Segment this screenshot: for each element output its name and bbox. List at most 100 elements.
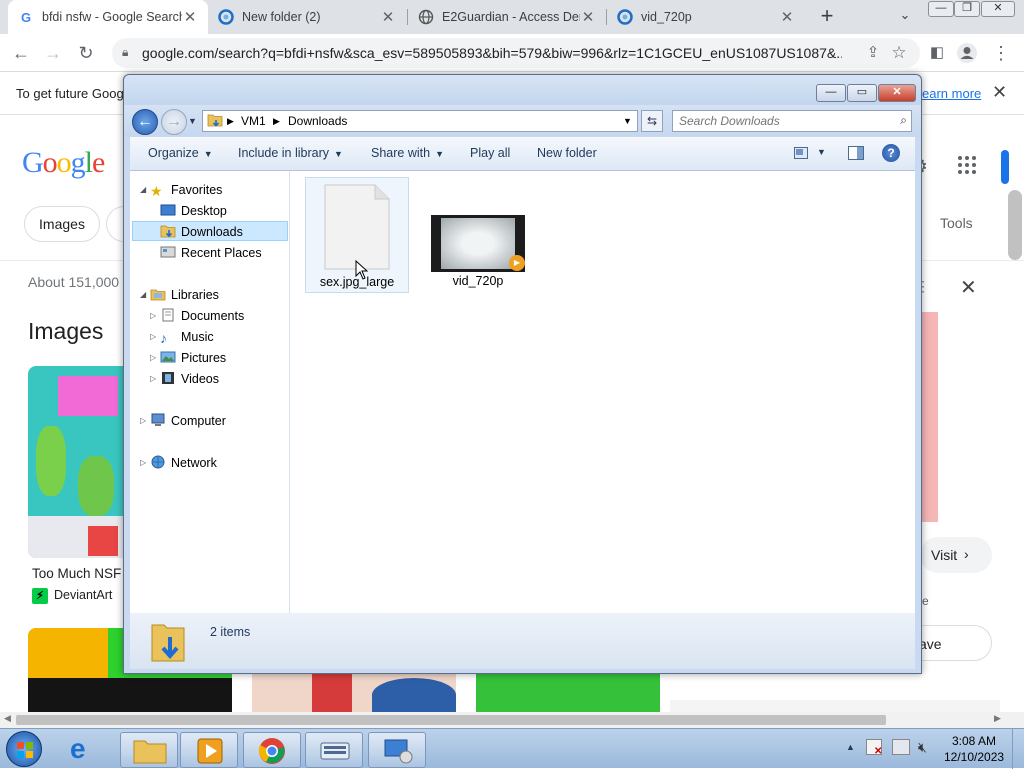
expand-arrow-icon[interactable]: ◢ — [140, 285, 146, 305]
side-panel-icon[interactable]: ◧ — [926, 42, 948, 64]
close-icon[interactable]: ✕ — [380, 8, 396, 26]
search-input[interactable] — [673, 111, 887, 131]
organize-menu[interactable]: Organize ▼ — [148, 146, 213, 160]
address-breadcrumb[interactable]: ▶ VM1 ▶ Downloads ▼ — [202, 110, 638, 132]
url-text[interactable]: google.com/search?q=bfdi+nsfw&sca_esv=58… — [142, 45, 842, 61]
clock-time[interactable]: 3:08 AM — [952, 734, 996, 748]
collapse-arrow-icon[interactable]: ▷ — [150, 369, 156, 389]
close-icon[interactable]: ✕ — [960, 275, 977, 300]
close-icon[interactable]: ✕ — [992, 82, 1007, 103]
close-window-button[interactable]: ✕ — [981, 1, 1015, 17]
show-hidden-icons-icon[interactable]: ▲ — [846, 742, 855, 752]
nav-libraries[interactable]: Libraries — [150, 285, 219, 305]
back-arrow-icon[interactable]: ← — [10, 42, 32, 64]
explorer-title-bar[interactable]: — ▭ ✕ — [124, 75, 921, 105]
vertical-scrollbar-thumb[interactable] — [1008, 190, 1022, 260]
breadcrumb-separator-icon[interactable]: ▶ — [227, 116, 234, 127]
image-thumbnail[interactable] — [670, 700, 1000, 712]
image-thumbnail[interactable] — [476, 674, 660, 712]
expand-arrow-icon[interactable]: ◢ — [140, 180, 146, 200]
nav-music[interactable]: ♪ Music — [160, 327, 214, 347]
nav-network[interactable]: Network — [150, 453, 217, 473]
nav-pictures[interactable]: Pictures — [160, 348, 226, 368]
image-card-source[interactable]: DeviantArt — [54, 588, 112, 602]
learn-more-link[interactable]: earn more — [922, 86, 981, 101]
taskbar-explorer[interactable] — [120, 732, 178, 768]
tools-button[interactable]: Tools — [940, 215, 973, 231]
breadcrumb-downloads[interactable]: Downloads — [288, 114, 347, 128]
kebab-menu-icon[interactable]: ⋮ — [990, 42, 1012, 64]
close-window-button[interactable]: ✕ — [878, 84, 916, 102]
taskbar-chrome[interactable] — [243, 732, 301, 768]
nav-videos[interactable]: Videos — [160, 369, 219, 389]
network-tray-icon[interactable] — [892, 739, 910, 755]
image-thumbnail[interactable] — [252, 674, 456, 712]
recent-pages-dropdown-icon[interactable]: ▼ — [188, 116, 197, 126]
reload-icon[interactable]: ↻ — [75, 42, 97, 64]
volume-muted-icon[interactable]: 🔇︎ — [918, 739, 927, 756]
minimize-button[interactable]: — — [928, 1, 954, 17]
help-icon[interactable]: ? — [882, 144, 900, 162]
restore-button[interactable]: ❐ — [954, 1, 980, 17]
tab-e2guardian[interactable]: E2Guardian - Access Denied ✕ — [408, 0, 606, 34]
address-bar[interactable]: 🔒︎ google.com/search?q=bfdi+nsfw&sca_esv… — [112, 38, 920, 68]
nav-favorites[interactable]: ★ Favorites — [150, 180, 222, 200]
taskbar-keyboard[interactable] — [305, 732, 363, 768]
profile-avatar[interactable] — [956, 42, 978, 64]
chip-images[interactable]: Images — [24, 206, 100, 242]
image-card-title[interactable]: Too Much NSF — [32, 566, 121, 581]
nav-desktop[interactable]: Desktop — [160, 201, 227, 221]
maximize-button[interactable]: ▭ — [847, 84, 877, 102]
search-icon[interactable]: ⌕ — [900, 113, 907, 128]
close-icon[interactable]: ✕ — [182, 8, 198, 26]
address-dropdown-icon[interactable]: ▼ — [623, 116, 632, 126]
refresh-icon[interactable]: ⇆ — [641, 110, 663, 132]
chevron-down-icon[interactable]: ⌄ — [895, 7, 915, 27]
forward-arrow-icon[interactable]: → — [42, 42, 64, 64]
scrollbar-thumb[interactable] — [16, 715, 886, 725]
nav-documents[interactable]: Documents — [160, 306, 244, 326]
collapse-arrow-icon[interactable]: ▷ — [140, 411, 146, 431]
nav-computer[interactable]: Computer — [150, 411, 226, 431]
include-in-library-menu[interactable]: Include in library ▼ — [238, 146, 343, 160]
image-thumbnail[interactable] — [28, 366, 124, 558]
play-all-button[interactable]: Play all — [470, 146, 510, 160]
forward-arrow-icon[interactable]: → — [161, 109, 187, 135]
apps-grid-icon[interactable] — [957, 155, 977, 178]
show-desktop-button[interactable] — [1012, 729, 1024, 769]
tab-vid-720p[interactable]: vid_720p ✕ — [607, 0, 805, 34]
breadcrumb-separator-icon[interactable]: ▶ — [273, 116, 280, 127]
close-icon[interactable]: ✕ — [779, 8, 795, 26]
minimize-button[interactable]: — — [816, 84, 846, 102]
breadcrumb-vm1[interactable]: VM1 — [241, 114, 266, 128]
new-tab-button[interactable]: + — [815, 4, 839, 28]
collapse-arrow-icon[interactable]: ▷ — [150, 348, 156, 368]
back-arrow-icon[interactable]: ← — [132, 109, 158, 135]
tab-new-folder[interactable]: New folder (2) ✕ — [208, 0, 406, 34]
share-icon[interactable]: ⇪ — [862, 42, 884, 64]
collapse-arrow-icon[interactable]: ▷ — [140, 453, 146, 473]
change-view-icon[interactable] — [794, 147, 808, 162]
file-item[interactable]: ▶ vid_720p — [427, 177, 531, 293]
horizontal-scrollbar[interactable]: ◀ ▶ — [0, 712, 1024, 728]
google-logo[interactable]: Google — [22, 146, 105, 180]
internet-explorer-icon[interactable]: e — [70, 734, 86, 764]
preview-pane-icon[interactable] — [848, 146, 864, 163]
visit-button[interactable]: Visit › — [920, 537, 992, 573]
star-icon[interactable]: ☆ — [888, 42, 910, 64]
search-box[interactable]: ⌕ — [672, 110, 912, 132]
close-icon[interactable]: ✕ — [580, 8, 596, 26]
new-folder-button[interactable]: New folder — [537, 146, 597, 160]
action-center-icon[interactable]: ✕ — [866, 739, 882, 757]
more-options-dropdown-icon[interactable]: ▼ — [817, 147, 826, 157]
scroll-right-icon[interactable]: ▶ — [994, 713, 1001, 724]
collapse-arrow-icon[interactable]: ▷ — [150, 306, 156, 326]
share-with-menu[interactable]: Share with ▼ — [371, 146, 444, 160]
start-button[interactable] — [6, 731, 42, 767]
taskbar-remote-desktop[interactable] — [368, 732, 426, 768]
nav-downloads[interactable]: Downloads — [132, 221, 288, 241]
scroll-left-icon[interactable]: ◀ — [4, 713, 11, 724]
taskbar-media-player[interactable] — [180, 732, 238, 768]
file-item[interactable]: sex.jpg_large — [305, 177, 409, 293]
collapse-arrow-icon[interactable]: ▷ — [150, 327, 156, 347]
